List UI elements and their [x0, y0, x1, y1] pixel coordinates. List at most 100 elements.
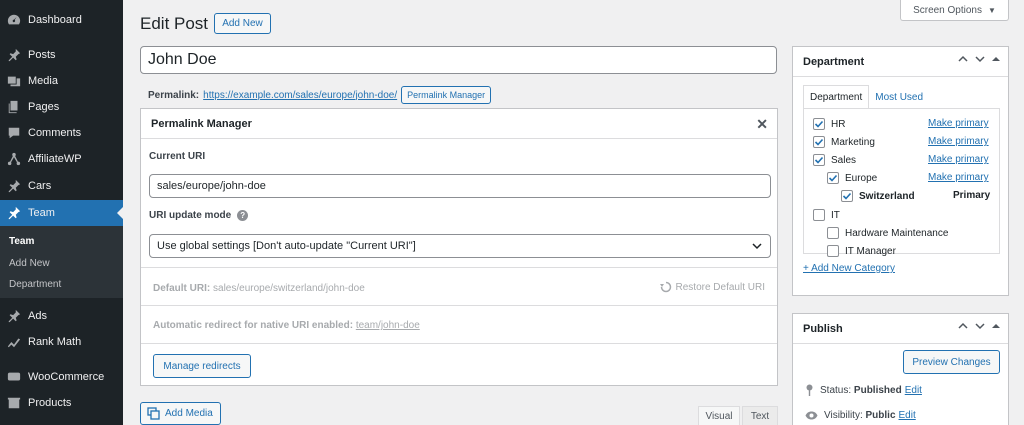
make-primary-link[interactable]: Make primary [928, 118, 989, 129]
category-item[interactable]: IT Manager [827, 245, 896, 257]
category-item[interactable]: Switzerland [841, 190, 915, 202]
tab-visual[interactable]: Visual [698, 406, 740, 425]
post-title-input[interactable]: John Doe [140, 46, 777, 74]
chevron-up-icon[interactable] [958, 322, 968, 333]
publish-title: Publish [803, 322, 843, 335]
preview-changes-button[interactable]: Preview Changes [903, 350, 1000, 374]
permalink-link[interactable]: https://example.com/sales/europe/john-do… [203, 90, 397, 101]
visibility-value: Public [865, 410, 896, 421]
sidebar-item-label: Products [28, 397, 72, 409]
restore-label: Restore Default URI [675, 281, 765, 293]
products-icon [6, 395, 22, 411]
category-label: Europe [845, 172, 878, 184]
redirect-link[interactable]: team/john-doe [356, 320, 420, 331]
pin-icon [6, 205, 22, 221]
affiliate-icon [6, 151, 22, 167]
add-new-category-link[interactable]: + Add New Category [803, 263, 895, 274]
submenu-item-team[interactable]: Team [9, 236, 34, 247]
category-label: Switzerland [859, 190, 915, 202]
category-item[interactable]: Europe [827, 172, 877, 184]
category-label: IT Manager [845, 245, 896, 257]
help-icon[interactable]: ? [237, 210, 249, 221]
checkbox-unchecked[interactable] [827, 227, 839, 239]
make-primary-link[interactable]: Make primary [928, 172, 989, 183]
manage-redirects-button[interactable]: Manage redirects [153, 354, 251, 378]
sidebar-item-team[interactable]: Team [0, 200, 123, 226]
sidebar-item-label: Media [28, 75, 58, 87]
redirect-label: Automatic redirect for native URI enable… [153, 320, 354, 331]
sidebar-item-woocommerce[interactable]: WooCommerce [0, 364, 123, 390]
sidebar-item-media[interactable]: Media [0, 68, 123, 94]
checkbox-unchecked[interactable] [813, 209, 825, 221]
make-primary-link[interactable]: Make primary [928, 136, 989, 147]
sidebar-item-ads[interactable]: Ads [0, 303, 123, 329]
department-title: Department [803, 55, 865, 68]
category-item[interactable]: IT [813, 209, 840, 221]
checkbox-checked[interactable] [813, 136, 825, 148]
uri-mode-label-row: URI update mode? [149, 210, 249, 221]
publish-header: Publish [793, 314, 1008, 344]
tab-text[interactable]: Text [742, 406, 778, 425]
comments-icon [6, 125, 22, 141]
sidebar-item-label: Cars [28, 180, 52, 192]
collapse-icon[interactable] [992, 322, 1000, 333]
publish-box: Publish Preview Changes Status: Publishe… [792, 313, 1009, 425]
current-uri-label: Current URI [149, 151, 206, 162]
collapse-icon[interactable] [992, 55, 1000, 66]
tab-all-departments[interactable]: Department [803, 85, 870, 109]
sidebar-item-label: WooCommerce [28, 371, 105, 383]
close-icon[interactable]: ✕ [756, 116, 768, 133]
department-header: Department [793, 47, 1008, 77]
checkbox-checked[interactable] [813, 154, 825, 166]
dashboard-icon [6, 12, 22, 28]
screen-options-button[interactable]: Screen Options ▼ [900, 0, 1009, 21]
team-submenu: Team Add New Department [0, 226, 123, 298]
add-new-button[interactable]: Add New [214, 13, 271, 34]
rankmath-icon [6, 334, 22, 350]
submenu-item-department[interactable]: Department [9, 279, 61, 290]
sidebar-item-label: Posts [28, 49, 56, 61]
permalink-label: Permalink: [148, 89, 200, 101]
category-item[interactable]: Marketing [813, 136, 875, 148]
checkbox-checked[interactable] [841, 190, 853, 202]
sidebar-item-affiliatewp[interactable]: AffiliateWP [0, 146, 123, 172]
category-item[interactable]: HR [813, 118, 845, 130]
category-label: HR [831, 118, 846, 130]
tab-most-used[interactable]: Most Used [869, 85, 929, 109]
permalink-manager-button[interactable]: Permalink Manager [401, 86, 492, 104]
sidebar-item-products[interactable]: Products [0, 390, 123, 416]
checkbox-unchecked[interactable] [827, 245, 839, 257]
checkbox-checked[interactable] [827, 172, 839, 184]
chevron-up-icon[interactable] [958, 55, 968, 66]
pm-title: Permalink Manager [151, 117, 252, 130]
chevron-down-icon[interactable] [975, 55, 985, 66]
make-primary-link[interactable]: Make primary [928, 154, 989, 165]
sidebar-item-label: Rank Math [28, 336, 82, 348]
add-media-button[interactable]: Add Media [140, 402, 221, 425]
sidebar-item-comments[interactable]: Comments [0, 120, 123, 146]
sidebar-item-rank-math[interactable]: Rank Math [0, 329, 123, 355]
sidebar-item-pages[interactable]: Pages [0, 94, 123, 120]
category-label: Marketing [831, 136, 875, 148]
submenu-item-add-new[interactable]: Add New [9, 258, 50, 269]
default-uri-row: Default URI: sales/europe/switzerland/jo… [153, 283, 365, 294]
restore-default-uri-button[interactable]: Restore Default URI [659, 281, 765, 293]
page-title: Edit Post [140, 14, 209, 33]
media-icon [147, 407, 160, 420]
edit-visibility-link[interactable]: Edit [899, 410, 916, 421]
sidebar-item-cars[interactable]: Cars [0, 173, 123, 199]
sidebar-item-dashboard[interactable]: Dashboard [0, 7, 123, 33]
permalink-manager-box: Permalink Manager ✕ Current URI sales/eu… [140, 108, 778, 386]
edit-status-link[interactable]: Edit [905, 385, 922, 396]
category-item[interactable]: Hardware Maintenance [827, 227, 948, 239]
default-uri-value: sales/europe/switzerland/john-doe [213, 283, 365, 294]
current-uri-input[interactable]: sales/europe/john-doe [149, 174, 771, 198]
uri-mode-select[interactable]: Use global settings [Don't auto-update "… [149, 234, 771, 258]
category-item[interactable]: Sales [813, 154, 856, 166]
category-checklist: HR Make primary Marketing Make primary S… [803, 108, 1000, 257]
sidebar-item-posts[interactable]: Posts [0, 42, 123, 68]
woo-icon [6, 369, 22, 385]
chevron-down-icon[interactable] [975, 322, 985, 333]
media-icon [6, 73, 22, 89]
checkbox-checked[interactable] [813, 118, 825, 130]
